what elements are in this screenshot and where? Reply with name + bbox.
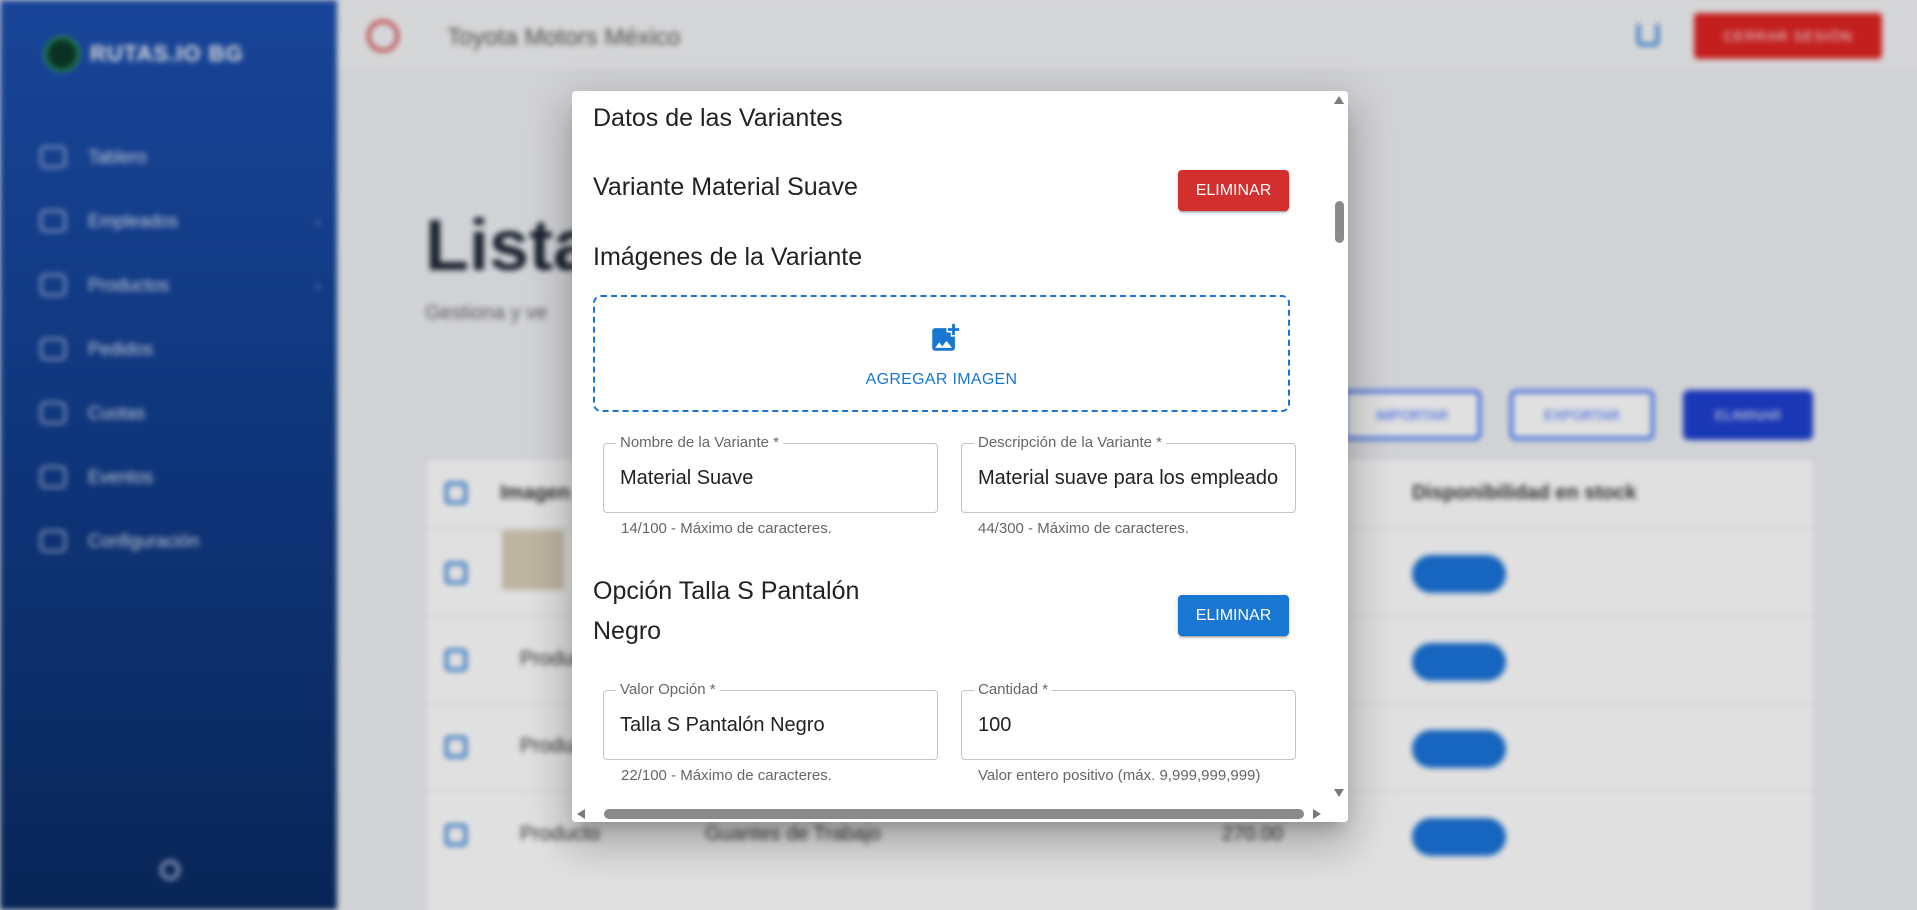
variants-section-title: Datos de las Variantes: [593, 104, 843, 132]
quantity-label: Cantidad *: [974, 681, 1053, 698]
variant-name-label: Nombre de la Variante *: [616, 434, 783, 451]
scroll-up-icon[interactable]: [1333, 95, 1345, 105]
variant-name-field[interactable]: Nombre de la Variante *: [603, 434, 938, 513]
scroll-left-icon[interactable]: [576, 808, 586, 820]
option-value-input[interactable]: [620, 703, 920, 747]
variant-name-input[interactable]: [620, 456, 920, 500]
scroll-right-icon[interactable]: [1312, 808, 1322, 820]
quantity-input[interactable]: [978, 703, 1278, 747]
option-value-helper: 22/100 - Máximo de caracteres.: [621, 767, 832, 784]
variant-title: Variante Material Suave: [593, 173, 858, 201]
option-value-field[interactable]: Valor Opción *: [603, 681, 938, 760]
option-title-line2: Negro: [593, 617, 662, 645]
add-photo-icon: [932, 323, 960, 351]
variant-description-input[interactable]: [978, 456, 1278, 500]
option-title-line1: Opción Talla S Pantalón: [593, 577, 860, 605]
variant-description-label: Descripción de la Variante *: [974, 434, 1166, 451]
dialog-content: Datos de las Variantes Variante Material…: [572, 91, 1330, 804]
horizontal-scroll-thumb[interactable]: [604, 809, 1304, 819]
vertical-scroll-thumb[interactable]: [1335, 201, 1344, 243]
delete-variant-button[interactable]: ELIMINAR: [1178, 170, 1289, 211]
scroll-down-icon[interactable]: [1333, 788, 1345, 798]
option-value-label: Valor Opción *: [616, 681, 720, 698]
add-image-label: AGREGAR IMAGEN: [865, 371, 1018, 388]
delete-option-button[interactable]: ELIMINAR: [1178, 595, 1289, 636]
variant-description-helper: 44/300 - Máximo de caracteres.: [978, 520, 1189, 537]
add-image-dropzone[interactable]: AGREGAR IMAGEN: [593, 295, 1290, 412]
horizontal-scrollbar[interactable]: [572, 804, 1348, 822]
variant-images-title: Imágenes de la Variante: [593, 243, 863, 271]
variant-name-helper: 14/100 - Máximo de caracteres.: [621, 520, 832, 537]
variant-description-field[interactable]: Descripción de la Variante *: [961, 434, 1296, 513]
quantity-field[interactable]: Cantidad *: [961, 681, 1296, 760]
quantity-helper: Valor entero positivo (máx. 9,999,999,99…: [978, 767, 1261, 784]
vertical-scrollbar[interactable]: [1330, 91, 1348, 804]
variant-dialog: Datos de las Variantes Variante Material…: [572, 91, 1348, 822]
